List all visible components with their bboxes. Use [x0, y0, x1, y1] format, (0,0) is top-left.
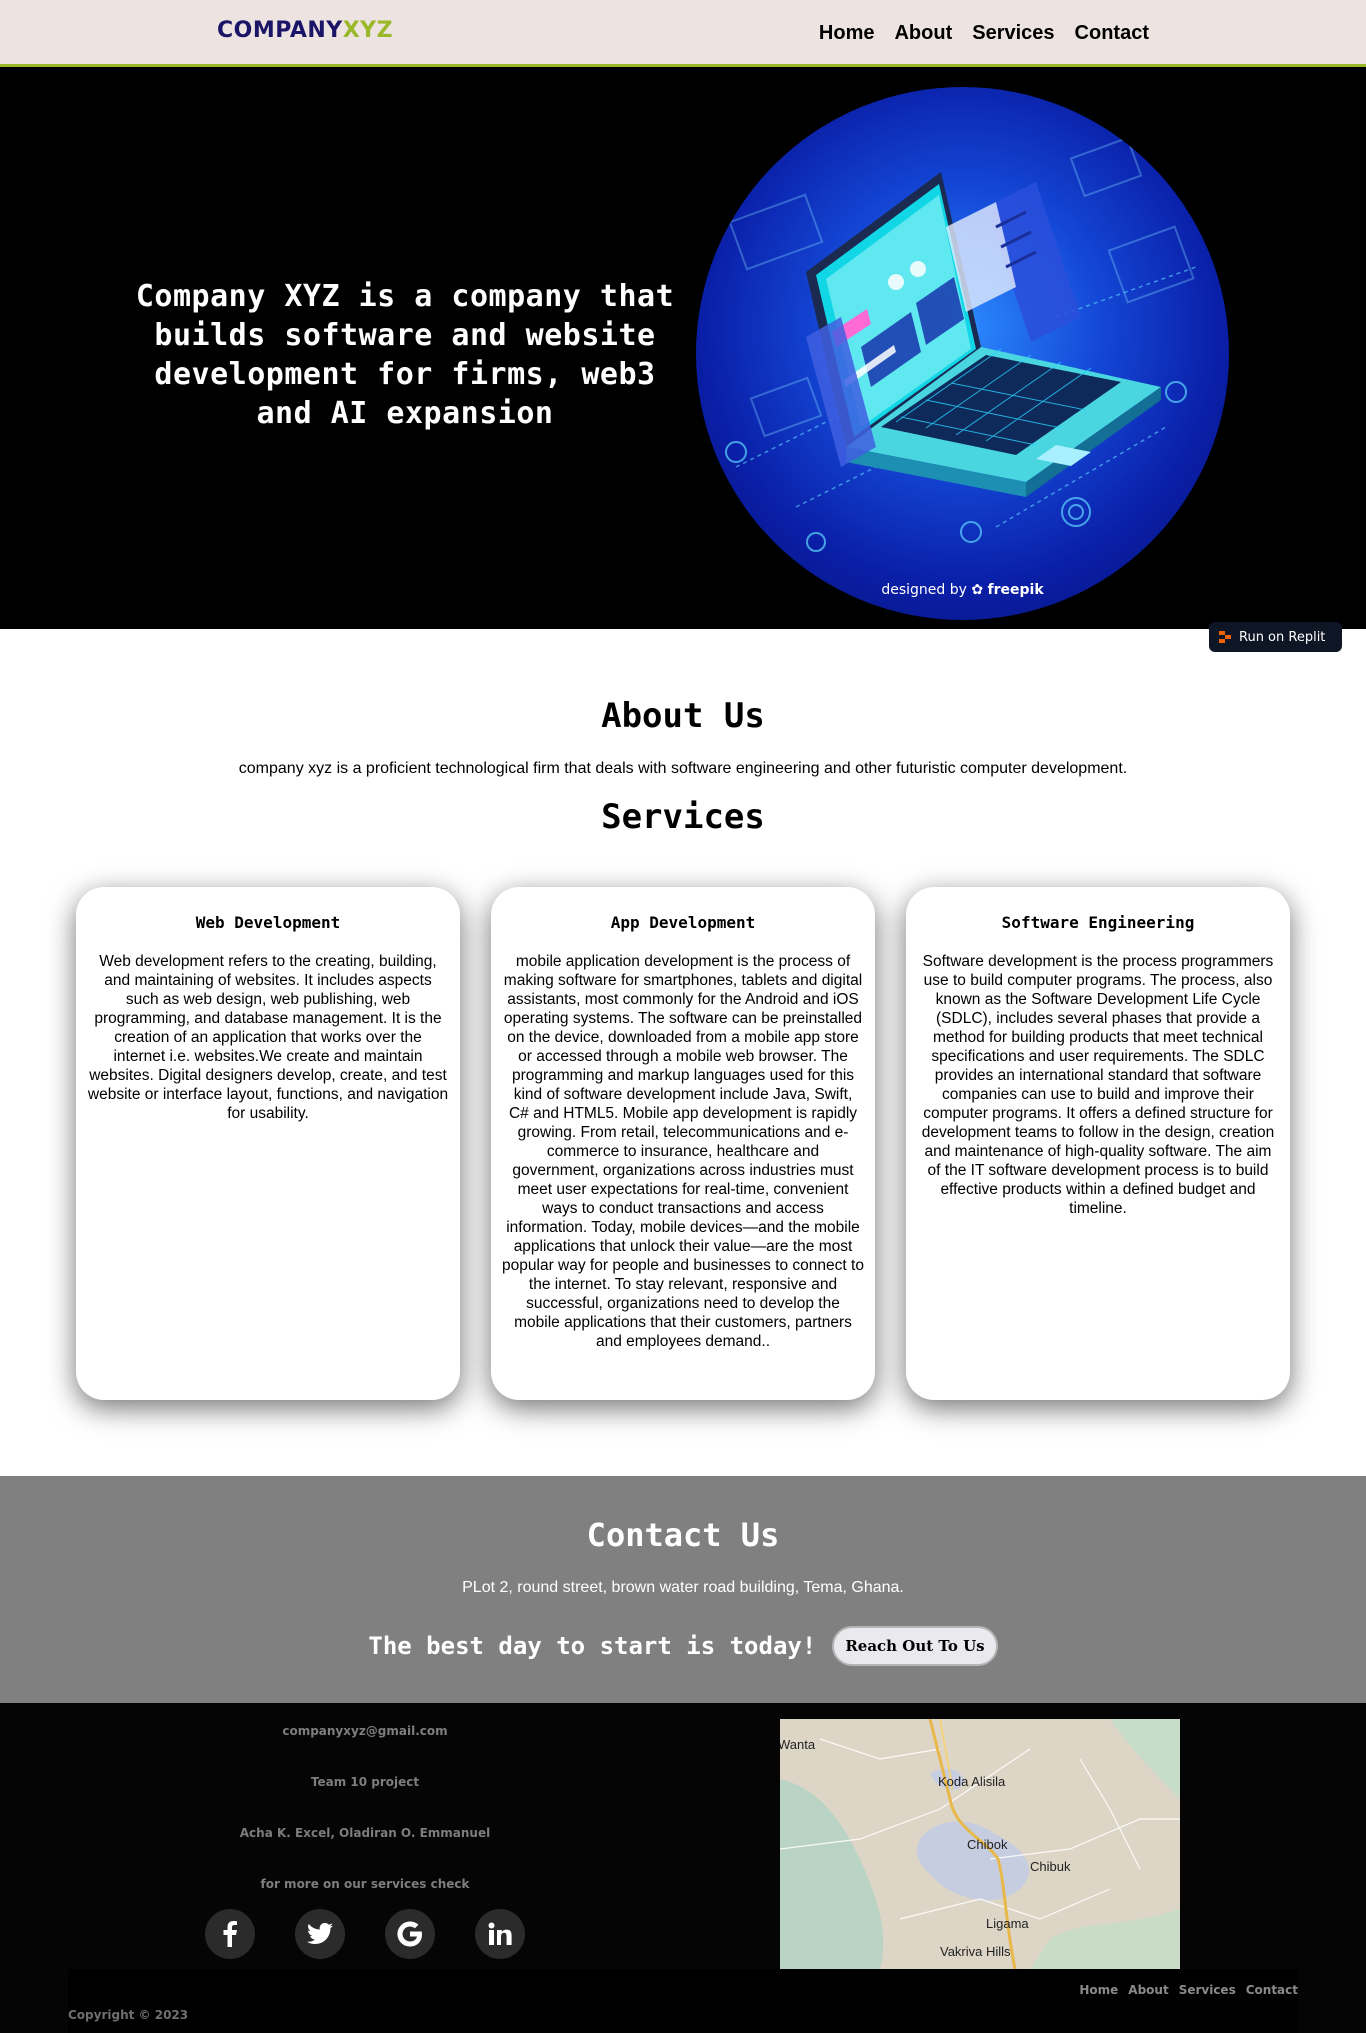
- facebook-icon[interactable]: [205, 1909, 255, 1959]
- service-card-web: Web Development Web development refers t…: [76, 887, 460, 1400]
- service-card-text: mobile application development is the pr…: [502, 953, 864, 1350]
- footer-link-services[interactable]: Services: [1179, 1983, 1236, 1997]
- map-label: Wanta: [780, 1737, 816, 1752]
- logo-company: COMPANY: [217, 18, 343, 43]
- copyright: Copyright © 2023: [68, 2008, 189, 2022]
- hero-section: Company XYZ is a company that builds sof…: [0, 67, 1366, 629]
- logo-xyz: XYZ: [342, 18, 394, 43]
- contact-title: Contact Us: [586, 1516, 780, 1554]
- site-footer: companyxyz@gmail.com Team 10 project Ach…: [0, 1703, 1366, 2033]
- replit-icon: [1219, 631, 1231, 643]
- footer-project: Team 10 project: [310, 1775, 420, 1789]
- services-title: Services: [601, 797, 765, 837]
- google-icon[interactable]: [385, 1909, 435, 1959]
- footer-authors: Acha K. Excel, Oladiran O. Emmanuel: [239, 1826, 491, 1840]
- map-label: Koda Alisila: [938, 1774, 1006, 1789]
- twitter-icon[interactable]: [295, 1909, 345, 1959]
- footer-nav: Home About Services Contact: [1079, 1983, 1298, 1997]
- map-label: Chibok: [967, 1837, 1008, 1852]
- service-card-software: Software Engineering Software developmen…: [906, 887, 1290, 1400]
- about-title: About Us: [601, 696, 765, 736]
- nav-home[interactable]: Home: [819, 22, 875, 45]
- cta-text: The best day to start is today!: [368, 1632, 817, 1660]
- replit-label: Run on Replit: [1239, 629, 1326, 645]
- about-text: company xyz is a proficient technologica…: [238, 760, 1128, 777]
- nav-about[interactable]: About: [894, 22, 952, 45]
- hero-headline: Company XYZ is a company that builds sof…: [135, 279, 675, 431]
- contact-section: Contact Us PLot 2, round street, brown w…: [0, 1476, 1366, 1703]
- nav-services[interactable]: Services: [972, 22, 1054, 45]
- service-card-title: App Development: [610, 913, 756, 932]
- image-credit[interactable]: designed by ✿ freepik: [696, 582, 1229, 598]
- footer-link-contact[interactable]: Contact: [1246, 1983, 1298, 1997]
- service-card-title: Web Development: [195, 913, 341, 932]
- logo[interactable]: COMPANYXYZ: [217, 18, 393, 43]
- footer-bottom-bar: Home About Services Contact Copyright © …: [68, 1969, 1298, 2033]
- site-header: COMPANYXYZ Home About Services Contact: [0, 0, 1366, 67]
- footer-more: for more on our services check: [260, 1877, 470, 1891]
- contact-address: PLot 2, round street, brown water road b…: [462, 1579, 904, 1596]
- service-card-text: Web development refers to the creating, …: [87, 953, 449, 1122]
- run-on-replit-button[interactable]: Run on Replit: [1209, 622, 1342, 652]
- footer-email[interactable]: companyxyz@gmail.com: [90, 1724, 640, 1738]
- cta-row: The best day to start is today! Reach Ou…: [0, 1626, 1366, 1666]
- service-card-app: App Development mobile application devel…: [491, 887, 875, 1400]
- footer-link-home[interactable]: Home: [1079, 1983, 1118, 1997]
- location-map[interactable]: Wanta Koda Alisila Chibok Chibuk Ligama …: [780, 1719, 1180, 1969]
- map-label: Chibuk: [1030, 1859, 1071, 1874]
- service-card-title: Software Engineering: [1001, 913, 1195, 932]
- credit-brand: freepik: [987, 582, 1044, 598]
- hero-image: designed by ✿ freepik: [696, 87, 1229, 620]
- reach-out-button[interactable]: Reach Out To Us: [832, 1626, 998, 1666]
- map-label: Ligama: [986, 1916, 1029, 1931]
- credit-prefix: designed by: [881, 582, 967, 598]
- map-label: Vakriva Hills: [940, 1944, 1011, 1959]
- laptop-illustration-icon: [725, 136, 1197, 552]
- service-card-text: Software development is the process prog…: [921, 953, 1275, 1217]
- main-nav: Home About Services Contact: [819, 22, 1149, 45]
- nav-contact[interactable]: Contact: [1075, 22, 1149, 45]
- linkedin-icon[interactable]: [475, 1909, 525, 1959]
- footer-link-about[interactable]: About: [1128, 1983, 1168, 1997]
- freepik-logo-icon: ✿: [971, 582, 984, 598]
